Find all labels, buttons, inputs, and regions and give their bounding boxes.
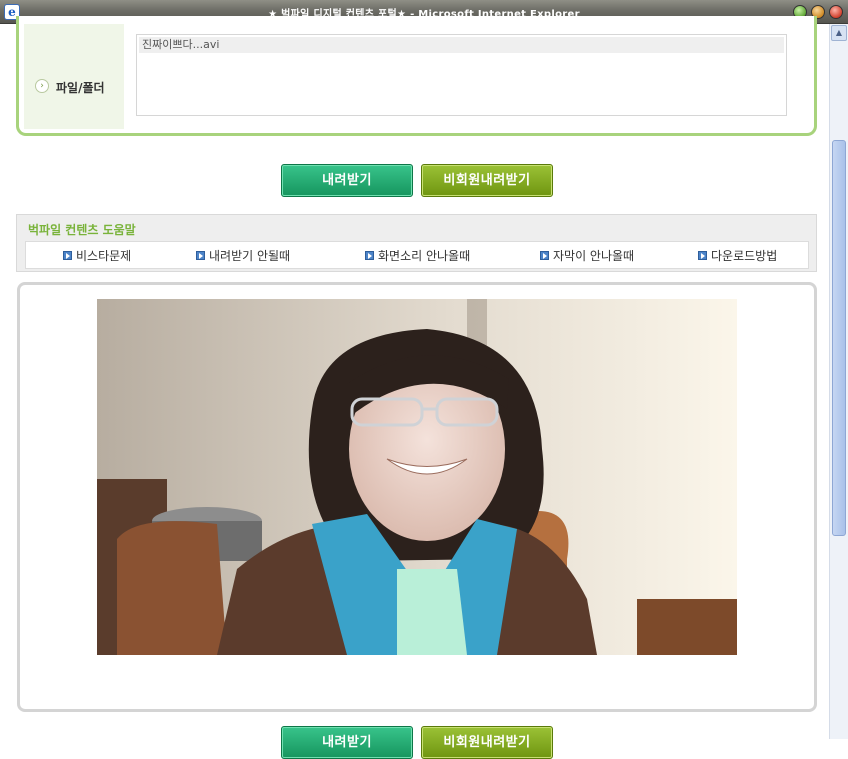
preview-panel	[17, 282, 817, 712]
help-link-label: 비스타문제	[76, 249, 132, 263]
help-links: 비스타문제 내려받기 안될때 화면소리 안나올때 자막이 안나올때 다운로드방법	[25, 241, 809, 269]
help-link-label: 자막이 안나올때	[553, 249, 635, 263]
download-button[interactable]: 내려받기	[281, 164, 413, 197]
video-preview-image	[97, 299, 737, 655]
help-section: 벅파일 컨텐츠 도움말 비스타문제 내려받기 안될때 화면소리 안나올때 자막이…	[16, 214, 817, 272]
close-button[interactable]	[829, 5, 843, 19]
scroll-thumb[interactable]	[832, 140, 846, 536]
arrow-bullet-icon	[698, 251, 707, 260]
arrow-bullet-icon	[540, 251, 549, 260]
file-list-item[interactable]: 진짜이쁘다...avi	[139, 37, 784, 53]
help-title: 벅파일 컨텐츠 도움말	[28, 223, 136, 237]
guest-download-button-bottom[interactable]: 비회원내려받기	[421, 726, 553, 759]
arrow-bullet-icon	[196, 251, 205, 260]
file-label-cell: › 파일/폴더	[24, 24, 124, 129]
help-link-vista[interactable]: 비스타문제	[63, 247, 131, 264]
preview-photo	[97, 299, 737, 655]
file-list[interactable]: 진짜이쁘다...avi	[136, 34, 787, 116]
file-folder-label: 파일/폴더	[56, 81, 105, 95]
arrow-bullet-icon	[365, 251, 374, 260]
download-button-bottom[interactable]: 내려받기	[281, 726, 413, 759]
help-link-label: 내려받기 안될때	[209, 249, 291, 263]
chevron-right-icon: ›	[35, 79, 49, 93]
help-link-download-method[interactable]: 다운로드방법	[698, 247, 777, 264]
help-link-label: 화면소리 안나올때	[378, 249, 471, 263]
arrow-bullet-icon	[63, 251, 72, 260]
help-link-no-sound[interactable]: 화면소리 안나올때	[365, 247, 470, 264]
file-section: › 파일/폴더 진짜이쁘다...avi	[16, 16, 817, 136]
guest-download-button[interactable]: 비회원내려받기	[421, 164, 553, 197]
scroll-up-arrow-icon[interactable]: ▲	[831, 25, 847, 41]
help-link-no-subtitle[interactable]: 자막이 안나올때	[540, 247, 634, 264]
help-link-download-fail[interactable]: 내려받기 안될때	[196, 247, 290, 264]
help-link-label: 다운로드방법	[711, 249, 778, 263]
vertical-scrollbar[interactable]: ▲	[829, 24, 848, 739]
